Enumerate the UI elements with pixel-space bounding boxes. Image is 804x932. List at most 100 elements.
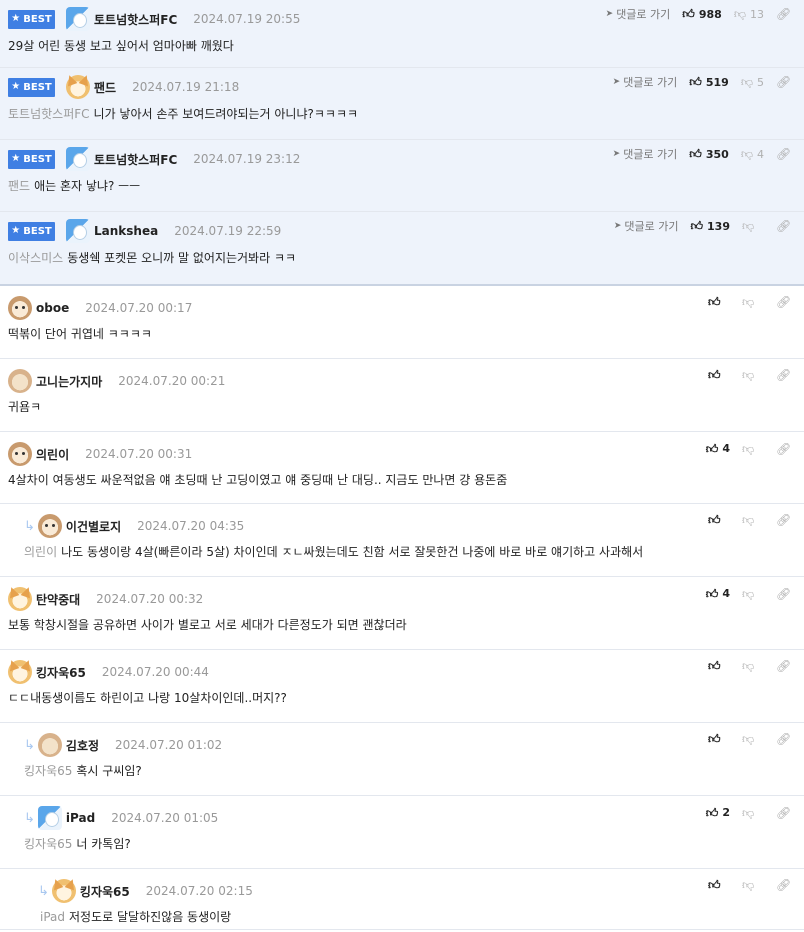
comment-row: 의린이 2024.07.20 00:31 4살차이 여동생도 싸운적없음 얘 초딩때… (0, 432, 804, 504)
like-button[interactable]: 👍︎ 988 (682, 8, 722, 21)
share-link-button[interactable]: 🔗︎ (776, 148, 798, 160)
like-button[interactable]: 👍︎ (708, 369, 730, 381)
avatar[interactable] (37, 514, 62, 538)
author-name[interactable]: 토트넘핫스퍼FC (94, 151, 177, 168)
share-link-button[interactable]: 🔗︎ (776, 443, 798, 455)
like-button[interactable]: 👍︎ 139 (690, 220, 730, 233)
avatar[interactable] (37, 806, 62, 830)
dislike-button[interactable]: 👎︎ (742, 296, 764, 308)
dislike-button[interactable]: 👎︎ (742, 879, 764, 891)
comment-date: 2024.07.20 01:02 (115, 738, 223, 752)
share-link-button[interactable]: 🔗︎ (776, 733, 798, 745)
dislike-button[interactable]: 👎︎ (742, 588, 764, 600)
author-name[interactable]: oboe (36, 301, 69, 315)
comment-text: 애는 혼자 낳냐? ㅡㅡ (34, 179, 141, 193)
author-name[interactable]: 팬드 (94, 79, 116, 96)
like-count: 988 (698, 7, 722, 21)
comment-row: ★ BEST 팬드 2024.07.19 21:18 토트넘핫스퍼FC 니가 낳아서 손주… (0, 68, 804, 140)
comment-text: 혹시 구씨임? (76, 764, 142, 778)
reply-target-name[interactable]: 킹자욱65 (24, 837, 72, 851)
author-name[interactable]: 고니는가지마 (36, 373, 102, 390)
avatar[interactable] (37, 733, 62, 757)
like-button[interactable]: 👍︎ (708, 296, 730, 308)
like-button[interactable]: 👍︎ (708, 660, 730, 672)
reply-target-name[interactable]: 의린이 (24, 545, 57, 559)
reply-target-name[interactable]: 팬드 (8, 179, 30, 193)
go-to-reply-link[interactable]: ➤ 댓글로 가기 (613, 74, 678, 90)
reply-target-name[interactable]: iPad (40, 910, 65, 924)
thumbs-down-icon: 👎︎ (742, 659, 755, 673)
link-icon: 🔗︎ (776, 7, 792, 21)
avatar[interactable] (8, 587, 32, 611)
author-name[interactable]: 이건별로지 (66, 518, 121, 535)
avatar[interactable] (66, 75, 90, 99)
dislike-count: 4 (757, 147, 764, 161)
avatar[interactable] (51, 879, 76, 903)
best-badge: ★ BEST (8, 9, 55, 29)
comment-text: 4살차이 여동생도 싸운적없음 얘 초딩때 난 고딩이였고 얘 중딩때 난 대딩… (8, 473, 508, 487)
go-to-reply-link[interactable]: ➤ 댓글로 가기 (606, 6, 671, 22)
avatar[interactable] (8, 442, 32, 466)
like-button[interactable]: 👍︎ 4 (706, 587, 730, 600)
share-link-button[interactable]: 🔗︎ (776, 514, 798, 526)
dislike-button[interactable]: 👎︎ (742, 660, 764, 672)
comment-actions: ➤ 댓글로 가기 👍︎ 350 👎︎ 4 🔗︎ (613, 146, 804, 162)
like-button[interactable]: 👍︎ (708, 514, 730, 526)
comment-text: 니가 낳아서 손주 보여드려야되는거 아니냐?ㅋㅋㅋㅋ (93, 107, 359, 121)
author-name[interactable]: 탄약중대 (36, 591, 80, 608)
dislike-button[interactable]: 👎︎ (742, 807, 764, 819)
avatar[interactable] (66, 147, 90, 171)
dislike-button[interactable]: 👎︎ (742, 369, 764, 381)
dislike-button[interactable]: 👎︎ (742, 733, 764, 745)
like-button[interactable]: 👍︎ 2 (706, 806, 730, 819)
star-icon: ★ (11, 225, 21, 236)
comment-body: 보통 학창시절을 공유하면 사이가 별로고 서로 세대가 다른정도가 되면 괜찮… (8, 616, 407, 633)
avatar[interactable] (66, 7, 90, 31)
comment-body: 킹자욱65 혹시 구씨임? (24, 762, 142, 779)
like-button[interactable]: 👍︎ (708, 879, 730, 891)
dislike-button[interactable]: 👎︎ 4 (741, 148, 764, 161)
like-button[interactable]: 👍︎ 350 (689, 148, 729, 161)
reply-target-name[interactable]: 킹자욱65 (24, 764, 72, 778)
share-link-button[interactable]: 🔗︎ (776, 8, 798, 20)
dislike-button[interactable]: 👎︎ 13 (734, 8, 764, 21)
best-badge-label: BEST (23, 13, 52, 25)
avatar[interactable] (8, 660, 32, 684)
reply-target-name[interactable]: 토트넘핫스퍼FC (8, 107, 90, 121)
author-name[interactable]: 토트넘핫스퍼FC (94, 11, 177, 28)
like-button[interactable]: 👍︎ 519 (689, 76, 729, 89)
go-to-reply-link[interactable]: ➤ 댓글로 가기 (613, 146, 678, 162)
reply-target-name[interactable]: 이삭스미스 (8, 251, 63, 265)
share-link-button[interactable]: 🔗︎ (776, 220, 798, 232)
like-button[interactable]: 👍︎ (708, 733, 730, 745)
share-link-button[interactable]: 🔗︎ (776, 660, 798, 672)
best-badge-label: BEST (23, 225, 52, 237)
thumbs-up-icon: 👍︎ (689, 147, 702, 161)
author-name[interactable]: 킹자욱65 (80, 883, 130, 900)
comment-row: 고니는가지마 2024.07.20 00:21 귀욤ㅋ 👍︎ 👎︎ 🔗︎ (0, 359, 804, 432)
avatar[interactable] (66, 219, 90, 243)
author-name[interactable]: Lankshea (94, 224, 158, 238)
share-link-button[interactable]: 🔗︎ (776, 807, 798, 819)
share-link-button[interactable]: 🔗︎ (776, 369, 798, 381)
share-link-button[interactable]: 🔗︎ (776, 879, 798, 891)
author-name[interactable]: 의린이 (36, 446, 69, 463)
avatar[interactable] (8, 296, 32, 320)
author-name[interactable]: 킹자욱65 (36, 664, 86, 681)
dislike-button[interactable]: 👎︎ (742, 514, 764, 526)
comment-list: ★ BEST 토트넘핫스퍼FC 2024.07.19 20:55 29살 어린 동생 보… (0, 0, 804, 930)
dislike-button[interactable]: 👎︎ (742, 220, 764, 232)
like-count: 139 (707, 219, 730, 233)
author-name[interactable]: 김호정 (66, 737, 99, 754)
share-link-button[interactable]: 🔗︎ (776, 588, 798, 600)
dislike-button[interactable]: 👎︎ 5 (741, 76, 764, 89)
share-link-button[interactable]: 🔗︎ (776, 296, 798, 308)
share-link-button[interactable]: 🔗︎ (776, 76, 798, 88)
dislike-button[interactable]: 👎︎ (742, 443, 764, 455)
go-to-reply-link[interactable]: ➤ 댓글로 가기 (614, 218, 679, 234)
comment-row: ↳ 이건별로지 2024.07.20 04:35 의린이 나도 동생이랑 4살(빠른이라… (0, 504, 804, 577)
comment-date: 2024.07.20 00:32 (96, 592, 204, 606)
author-name[interactable]: iPad (66, 811, 95, 825)
like-button[interactable]: 👍︎ 4 (706, 442, 730, 455)
avatar[interactable] (8, 369, 32, 393)
